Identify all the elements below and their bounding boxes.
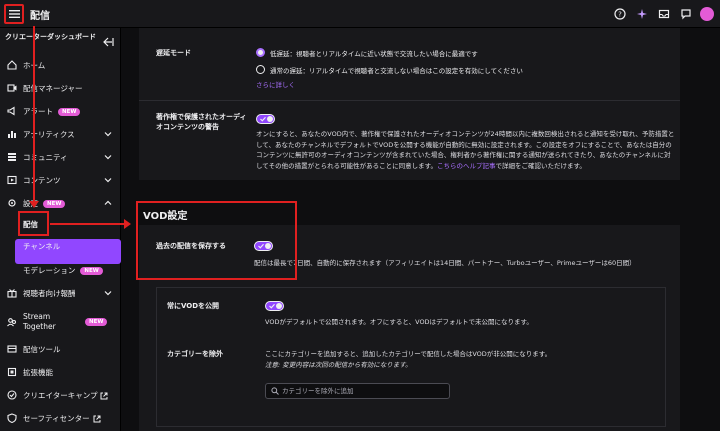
page-title: 配信 xyxy=(30,11,50,22)
chevron-down-icon xyxy=(104,178,112,183)
sidebar-item-home[interactable]: ホーム xyxy=(0,54,121,76)
always-publish-vod-description: VODがデフォルトで公開されます。オフにすると、VODはデフォルトで未公開になり… xyxy=(265,318,533,326)
inbox-icon xyxy=(658,9,670,19)
vod-subsettings-panel: 常にVODを公開 VODがデフォルトで公開されます。オフにすると、VODはデフォ… xyxy=(156,287,666,427)
sidebar-item-channel[interactable]: チャンネル xyxy=(0,235,121,257)
sidebar-item-label: チャンネル xyxy=(23,241,61,251)
sidebar-item-label: クリエイターキャンプ xyxy=(23,390,98,400)
avatar[interactable] xyxy=(700,7,714,21)
exclude-categories-note: 注意: 変更内容は次回の配信から有効になります。 xyxy=(265,361,412,369)
help-button[interactable]: ? xyxy=(609,4,631,24)
divider xyxy=(139,100,680,101)
community-icon xyxy=(8,153,16,161)
sidebar-item-streaming-tools[interactable]: 配信ツール xyxy=(0,338,121,360)
new-badge: NEW xyxy=(85,318,108,326)
inbox-button[interactable] xyxy=(653,4,675,24)
external-link-icon xyxy=(100,392,108,399)
chevron-down-icon xyxy=(104,132,112,137)
sidebar-item-label: Stream Together xyxy=(23,312,56,331)
copyright-description-tail: で詳細をご確認いただけます。 xyxy=(495,161,586,170)
collapse-sidebar-icon[interactable] xyxy=(102,37,114,47)
sidebar-item-analytics[interactable]: アナリティクス xyxy=(0,123,121,145)
annotation-box-stream xyxy=(18,211,49,236)
sidebar-item-label: アラート xyxy=(23,106,53,116)
sidebar-item-stream-together[interactable]: Stream Together NEW xyxy=(0,307,121,337)
help-article-link[interactable]: こちらのヘルプ記事 xyxy=(437,162,496,170)
latency-normal-radio[interactable] xyxy=(256,65,265,74)
sidebar-item-label: モデレーション xyxy=(23,265,76,275)
extensions-icon xyxy=(7,367,17,377)
creator-camp-icon xyxy=(7,390,17,400)
annotation-box-vod xyxy=(136,201,297,280)
settings-icon xyxy=(8,199,16,207)
top-bar: 配信 ? xyxy=(0,0,720,28)
latency-low-label: 低遅延：視聴者とリアルタイムに近い状態で交流したい場合に最適です xyxy=(270,50,478,58)
new-badge: NEW xyxy=(80,266,103,275)
stream-manager-icon xyxy=(7,84,17,92)
stream-settings-card: 遅延モード 低遅延：視聴者とリアルタイムに近い状態で交流したい場合に最適です 通… xyxy=(139,28,680,180)
chevron-down-icon xyxy=(104,155,112,160)
shield-icon xyxy=(7,413,17,423)
chat-bubble-icon xyxy=(681,9,691,20)
copyright-warning-label: 著作権で保護されたオーディオコンテンツの警告 xyxy=(156,113,247,131)
copyright-warning-toggle[interactable] xyxy=(256,114,275,124)
home-icon xyxy=(7,60,17,70)
always-publish-vod-toggle[interactable] xyxy=(265,301,284,311)
sidebar-item-label: セーフティセンター xyxy=(23,413,90,423)
viewer-rewards-icon xyxy=(7,289,17,298)
check-icon xyxy=(269,303,275,309)
sidebar-item-community[interactable]: コミュニティ xyxy=(0,146,121,168)
latency-low-radio[interactable] xyxy=(256,48,265,57)
exclude-category-input[interactable] xyxy=(282,385,447,397)
check-icon xyxy=(260,116,266,122)
sidebar-item-extensions[interactable]: 拡張機能 xyxy=(0,361,121,383)
always-publish-vod-label: 常にVODを公開 xyxy=(167,302,220,310)
sidebar-item-label: 配信ツール xyxy=(23,344,61,354)
annotation-arrow-right xyxy=(50,223,126,225)
annotation-arrowhead xyxy=(29,201,39,208)
menu-button[interactable] xyxy=(4,4,24,24)
sidebar-item-label: 配信マネージャー xyxy=(23,83,83,93)
save-past-broadcasts-description: 配信は最長で7日間、自動的に保存されます（アフィリエイトは14日間、パートナー、… xyxy=(254,259,636,267)
chevron-down-icon xyxy=(104,291,112,296)
whispers-button[interactable] xyxy=(675,4,697,24)
sidebar-item-creator-camp[interactable]: クリエイターキャンプ xyxy=(0,384,121,406)
sparkle-icon xyxy=(637,9,647,19)
exclude-category-search[interactable] xyxy=(265,383,450,399)
sidebar-item-content[interactable]: コンテンツ xyxy=(0,169,121,191)
sidebar-item-alerts[interactable]: アラート NEW xyxy=(0,100,121,122)
sidebar-item-label: コミュニティ xyxy=(23,152,68,162)
stream-together-icon xyxy=(7,318,17,327)
sidebar-item-label: 拡張機能 xyxy=(23,367,53,377)
sidebar-item-safety-center[interactable]: セーフティセンター xyxy=(0,407,121,429)
main-content: 遅延モード 低遅延：視聴者とリアルタイムに近い状態で交流したい場合に最適です 通… xyxy=(122,28,720,431)
new-badge: NEW xyxy=(43,199,66,208)
exclude-categories-label: カテゴリーを除外 xyxy=(167,350,223,358)
annotation-arrow-down xyxy=(33,26,35,203)
alerts-icon xyxy=(7,106,15,116)
external-link-icon xyxy=(93,415,101,422)
annotation-arrowhead xyxy=(124,219,131,229)
sidebar-header: クリエーターダッシュボード xyxy=(5,33,96,41)
hamburger-icon xyxy=(8,10,20,18)
latency-mode-label: 遅延モード xyxy=(156,49,191,57)
sidebar-item-moderation[interactable]: モデレーション NEW xyxy=(0,259,121,281)
help-icon: ? xyxy=(614,8,626,20)
svg-text:?: ? xyxy=(618,11,622,19)
learn-more-link[interactable]: さらに詳しく xyxy=(256,80,295,91)
sidebar-item-viewer-rewards[interactable]: 視聴者向け報酬 xyxy=(0,282,121,304)
new-badge: NEW xyxy=(58,107,81,116)
sidebar-item-label: 視聴者向け報酬 xyxy=(23,288,76,298)
chevron-up-icon xyxy=(104,200,112,205)
streaming-tools-icon xyxy=(7,345,17,353)
analytics-icon xyxy=(8,131,16,138)
sidebar-item-label: アナリティクス xyxy=(23,129,75,139)
sidebar-item-stream-manager[interactable]: 配信マネージャー xyxy=(0,77,121,99)
search-icon xyxy=(271,387,279,395)
sparkle-button[interactable] xyxy=(631,4,653,24)
exclude-categories-description: ここにカテゴリーを追加すると、追加したカテゴリーで配信した場合はVODが非公開に… xyxy=(265,350,552,358)
content-icon xyxy=(7,175,17,185)
latency-normal-label: 通常の遅延：リアルタイムで視聴者と交流しない場合はこの設定を有効にしてください xyxy=(270,67,523,75)
sidebar-item-label: コンテンツ xyxy=(23,175,61,185)
